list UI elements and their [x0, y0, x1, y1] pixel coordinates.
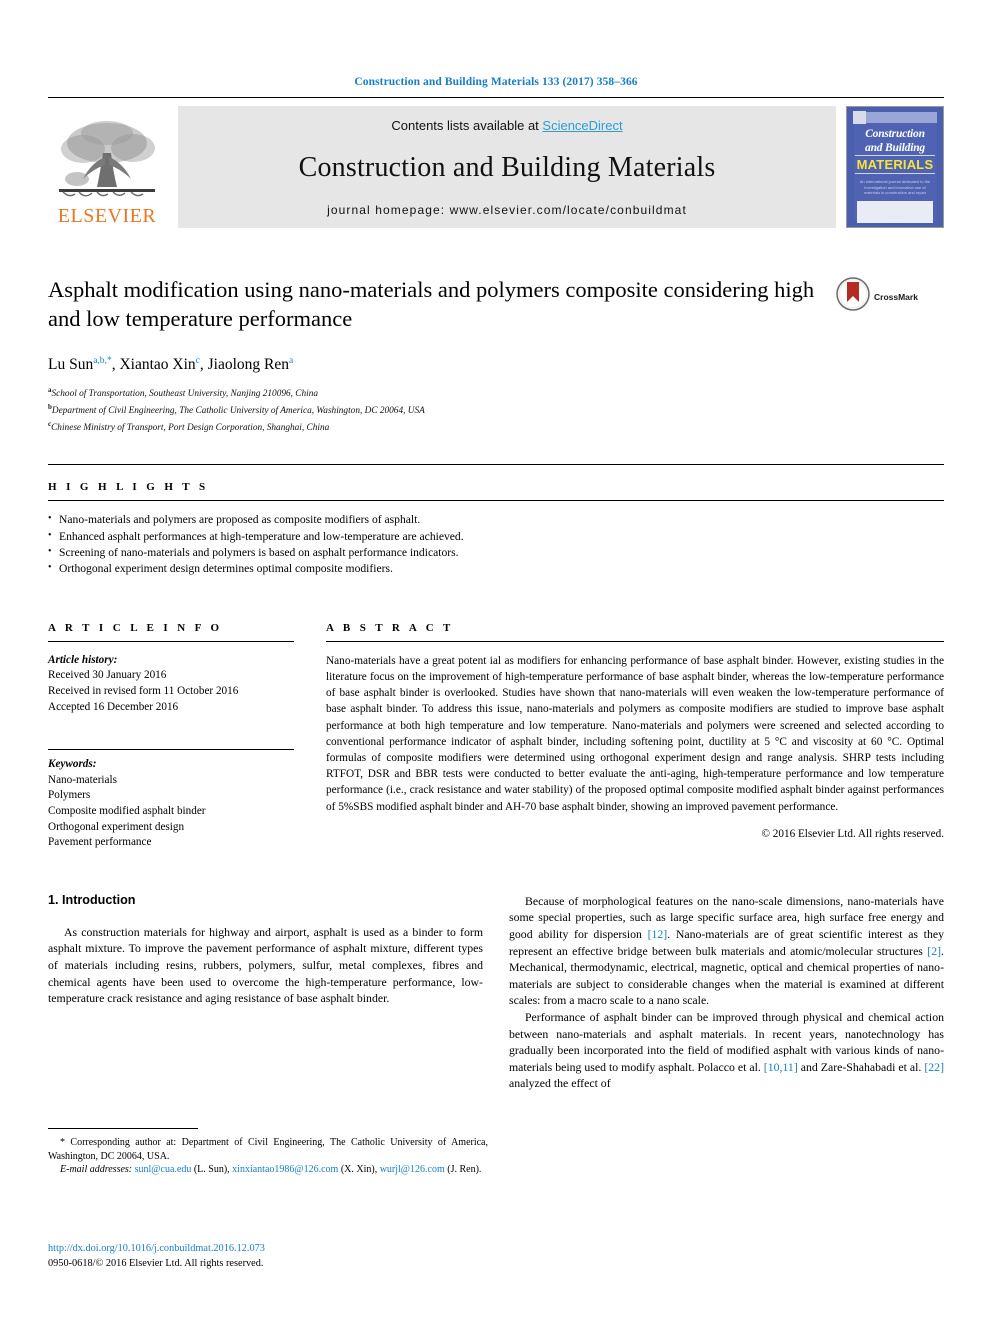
- article-history-title: Article history:: [48, 653, 118, 666]
- history-item: Received in revised form 11 October 2016: [48, 685, 239, 698]
- journal-band: Contents lists available at ScienceDirec…: [178, 106, 836, 228]
- abstract-section: A B S T R A C T Nano-materials have a gr…: [326, 622, 944, 851]
- keyword-item: Nano-materials: [48, 773, 117, 786]
- author-list: Lu Suna,b,*, Xiantao Xinc, Jiaolong Rena: [48, 356, 294, 374]
- affiliation-text: Chinese Ministry of Transport, Port Desi…: [51, 422, 330, 433]
- body-column-right: Because of morphological features on the…: [509, 893, 944, 1092]
- highlights-top-divider: [48, 464, 944, 466]
- cover-line-1: Construction: [865, 128, 925, 140]
- contents-list-line: Contents lists available at ScienceDirec…: [391, 118, 622, 133]
- affiliation-item: cChinese Ministry of Transport, Port Des…: [48, 418, 944, 435]
- abstract-divider: [326, 640, 944, 642]
- footnote-zone: * Corresponding author at: Department of…: [48, 1128, 488, 1177]
- article-history: Article history: Received 30 January 201…: [48, 653, 294, 715]
- title-text: Asphalt modification using nano-material…: [48, 275, 836, 333]
- title-area: Asphalt modification using nano-material…: [48, 275, 944, 333]
- paragraph: Performance of asphalt binder can be imp…: [509, 1009, 944, 1091]
- doi-link[interactable]: http://dx.doi.org/10.1016/j.conbuildmat.…: [48, 1242, 265, 1257]
- section-title-introduction: 1. Introduction: [48, 892, 136, 907]
- history-item: Accepted 16 December 2016: [48, 700, 179, 713]
- highlights-list: Nano-materials and polymers are proposed…: [48, 511, 944, 578]
- body-columns: 1. Introduction As construction material…: [48, 893, 944, 1092]
- list-item: Nano-materials and polymers are proposed…: [48, 511, 944, 528]
- paragraph: Because of morphological features on the…: [509, 893, 944, 1008]
- keywords-divider: [48, 749, 294, 751]
- list-item: Screening of nano-materials and polymers…: [48, 544, 944, 561]
- crossmark-label: CrossMark: [874, 291, 918, 302]
- contents-prefix: Contents lists available at: [391, 118, 543, 133]
- affiliation-item: bDepartment of Civil Engineering, The Ca…: [48, 401, 944, 418]
- info-abstract-row: A R T I C L E I N F O Article history: R…: [48, 622, 944, 851]
- elsevier-wordmark: ELSEVIER: [57, 205, 157, 227]
- cover-footer: Elsevier: [886, 214, 903, 219]
- journal-masthead: ELSEVIER Contents lists available at Sci…: [48, 106, 944, 228]
- list-item: Orthogonal experiment design determines …: [48, 560, 944, 577]
- affiliation-text: Department of Civil Engineering, The Cat…: [51, 405, 425, 416]
- affiliation-list: aSchool of Transportation, Southeast Uni…: [48, 384, 944, 434]
- journal-homepage[interactable]: journal homepage: www.elsevier.com/locat…: [327, 203, 687, 217]
- elsevier-square-icon: [853, 111, 866, 124]
- abstract-label: A B S T R A C T: [326, 621, 454, 634]
- article-info-label: A R T I C L E I N F O: [48, 621, 223, 634]
- header-divider: [48, 97, 944, 98]
- highlights-section: H I G H L I G H T S Nano-materials and p…: [48, 464, 944, 578]
- elsevier-logo: ELSEVIER: [48, 106, 166, 228]
- article-info-section: A R T I C L E I N F O Article history: R…: [48, 622, 294, 851]
- issn-copyright: 0950-0618/© 2016 Elsevier Ltd. All right…: [48, 1257, 264, 1269]
- affiliation-item: aSchool of Transportation, Southeast Uni…: [48, 384, 944, 401]
- highlights-label: H I G H L I G H T S: [48, 481, 209, 494]
- corresponding-author-note: * Corresponding author at: Department of…: [48, 1137, 488, 1162]
- journal-title: Construction and Building Materials: [298, 152, 716, 183]
- doi-block: http://dx.doi.org/10.1016/j.conbuildmat.…: [48, 1242, 265, 1271]
- abstract-copyright: © 2016 Elsevier Ltd. All rights reserved…: [761, 827, 945, 840]
- elsevier-tree-icon: [53, 117, 161, 205]
- paragraph: As construction materials for highway an…: [48, 924, 483, 1006]
- cover-line-2: and Building: [865, 142, 925, 154]
- abstract-text: Nano-materials have a great potent ial a…: [326, 654, 944, 813]
- footnote-divider: [48, 1128, 198, 1129]
- crossmark-badge[interactable]: CrossMark: [836, 275, 944, 316]
- keywords-section: Keywords: Nano-materials Polymers Compos…: [48, 749, 294, 851]
- cover-line-3: MATERIALS: [856, 157, 934, 172]
- email-addresses-note[interactable]: E-mail addresses: sunl@cua.edu (L. Sun),…: [48, 1163, 488, 1177]
- list-item: Enhanced asphalt performances at high-te…: [48, 528, 944, 545]
- article-info-divider: [48, 640, 294, 642]
- crossmark-icon: [836, 277, 870, 316]
- keyword-item: Composite modified asphalt binder: [48, 805, 206, 817]
- keyword-item: Pavement performance: [48, 836, 152, 849]
- journal-cover-image: Construction and Building MATERIALS An i…: [846, 106, 944, 228]
- highlights-divider: [48, 500, 944, 502]
- paper-page: Construction and Building Materials 133 …: [0, 0, 992, 1323]
- keyword-item: Orthogonal experiment design: [48, 820, 185, 833]
- sciencedirect-link[interactable]: ScienceDirect: [542, 118, 622, 133]
- page-title: Asphalt modification using nano-material…: [48, 277, 815, 331]
- history-item: Received 30 January 2016: [48, 669, 167, 682]
- keyword-item: Polymers: [48, 789, 91, 802]
- cover-blurb: An international journal dedicated to th…: [859, 179, 931, 195]
- keywords-title: Keywords:: [48, 758, 97, 771]
- body-column-left: 1. Introduction As construction material…: [48, 893, 483, 1092]
- running-head: Construction and Building Materials 133 …: [354, 76, 638, 88]
- affiliation-text: School of Transportation, Southeast Univ…: [51, 389, 319, 400]
